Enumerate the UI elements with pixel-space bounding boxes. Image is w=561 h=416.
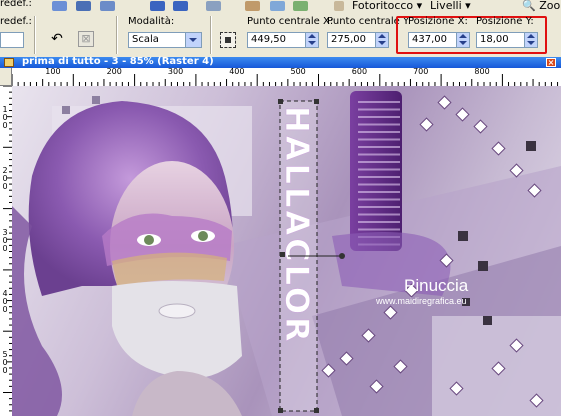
separator-2	[116, 16, 118, 54]
zoom-label: Zoom	[539, 0, 561, 12]
ruler-label: 600	[351, 68, 368, 76]
ruler-label: 300	[2, 227, 8, 253]
tool-options-bar: redef.: ↶ ⊠ Modalità: Scala Punto centra…	[0, 12, 561, 58]
open-icon[interactable]	[52, 1, 67, 11]
transform-icon[interactable]: ⊠	[78, 31, 94, 47]
ruler-label: 400	[2, 288, 8, 314]
center-x-label: Punto centrale X:	[247, 16, 334, 27]
pos-y-input[interactable]: 18,00	[476, 32, 538, 48]
ruler-label: 500	[290, 68, 306, 76]
preset-label: redef.:	[0, 0, 32, 9]
preset-label-2: redef.:	[0, 16, 32, 27]
save-as-icon[interactable]	[100, 1, 115, 11]
fotoritocco-label: Fotoritocco	[352, 0, 414, 12]
livelli-menu[interactable]: Livelli ▾	[430, 0, 471, 12]
effects-icon[interactable]	[334, 1, 344, 11]
center-y-input[interactable]: 275,00	[327, 32, 389, 48]
separator	[34, 16, 36, 54]
spinner-icon[interactable]	[456, 33, 469, 47]
watermark-name: Pinuccia	[404, 276, 469, 295]
spinner-icon[interactable]	[305, 33, 318, 47]
ruler-label: 200	[2, 166, 8, 192]
zoom-menu[interactable]: 🔍 Zoom	[522, 0, 561, 12]
center-x-value: 449,50	[251, 34, 286, 45]
chevron-down-icon[interactable]	[185, 33, 201, 47]
modalita-value: Scala	[132, 34, 159, 45]
fotoritocco-menu[interactable]: Fotoritocco ▾	[352, 0, 422, 12]
ruler-label: 300	[167, 68, 184, 76]
ruler-label: 500	[2, 350, 8, 376]
ruler-label: 400	[229, 68, 245, 76]
ruler-label: 200	[106, 68, 122, 76]
horizontal-ruler: 100 200 300 400 500 600 700 800	[12, 68, 561, 87]
livelli-label: Livelli	[430, 0, 462, 12]
save-icon[interactable]	[76, 1, 91, 11]
reset-icon[interactable]: ↶	[48, 31, 66, 47]
modalita-label: Modalità:	[128, 16, 175, 27]
vertical-text-layer[interactable]: HALLACLOR	[278, 106, 317, 345]
center-x-input[interactable]: 449,50	[247, 32, 319, 48]
center-point-icon[interactable]	[220, 32, 236, 48]
ruler-label: 700	[413, 68, 429, 76]
preset-dropdown[interactable]	[0, 32, 24, 48]
pos-x-input[interactable]: 437,00	[408, 32, 470, 48]
ruler-label: 800	[474, 68, 490, 76]
preset-menu[interactable]: redef.:	[0, 0, 32, 9]
document-title: prima di tutto - 3 - 85% (Raster 4)	[22, 56, 214, 67]
spinner-icon[interactable]	[375, 33, 388, 47]
pos-y-value: 18,00	[480, 34, 509, 45]
copy-icon[interactable]	[206, 1, 221, 11]
separator-3	[210, 16, 212, 54]
browse-icon[interactable]	[270, 1, 285, 11]
ruler-corner	[0, 68, 12, 86]
redo-icon[interactable]	[173, 1, 188, 11]
paste-icon[interactable]	[245, 1, 260, 11]
watermark-url: www.maidiregrafica.eu	[375, 296, 467, 306]
pos-x-label: Posizione X:	[408, 16, 468, 27]
spinner-icon[interactable]	[524, 33, 537, 47]
vertical-text: HALLACLOR	[278, 106, 316, 345]
pos-x-value: 437,00	[412, 34, 447, 45]
image-canvas[interactable]: HALLACLOR Pinuccia www.maidiregrafica.eu	[12, 86, 561, 416]
artwork: HALLACLOR Pinuccia www.maidiregrafica.eu	[12, 91, 561, 416]
undo-icon[interactable]	[150, 1, 165, 11]
ruler-label: 100	[45, 68, 61, 76]
pos-y-label: Posizione Y:	[476, 16, 534, 27]
document-icon	[4, 58, 14, 67]
close-icon[interactable]: ×	[546, 58, 556, 67]
ruler-label: 100	[2, 105, 8, 130]
center-y-value: 275,00	[331, 34, 366, 45]
image-icon[interactable]	[293, 1, 308, 11]
modalita-select[interactable]: Scala	[128, 32, 202, 48]
document-titlebar[interactable]: prima di tutto - 3 - 85% (Raster 4) ×	[0, 56, 561, 68]
